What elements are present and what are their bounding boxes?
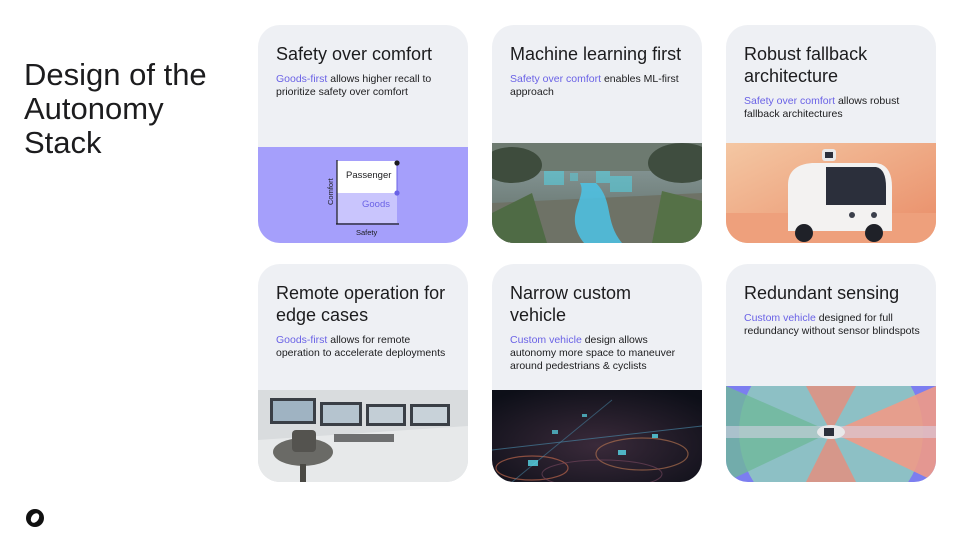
card-robust-fallback-architecture: Robust fallback architecture Safety over… bbox=[726, 25, 936, 243]
y-axis-label: Comfort bbox=[326, 177, 335, 205]
card-safety-over-comfort: Safety over comfort Goods-first allows h… bbox=[258, 25, 468, 243]
remote-operation-station-image bbox=[258, 390, 468, 482]
ml-street-image bbox=[492, 143, 702, 243]
card-redundant-sensing: Redundant sensing Custom vehicle designe… bbox=[726, 264, 936, 482]
card-title: Narrow custom vehicle bbox=[510, 283, 632, 325]
goods-point bbox=[394, 190, 400, 196]
card-narrow-custom-vehicle: Narrow custom vehicle Custom vehicle des… bbox=[492, 264, 702, 482]
card-description: Custom vehicle design allows autonomy mo… bbox=[510, 334, 690, 373]
lidar-scene-image bbox=[492, 390, 702, 482]
ring-logo-icon bbox=[26, 509, 44, 527]
goods-label: Goods bbox=[362, 199, 390, 210]
delivery-vehicle-image bbox=[726, 143, 936, 243]
card-title: Remote operation for edge cases bbox=[276, 283, 446, 325]
card-highlight: Goods-first bbox=[276, 334, 328, 346]
card-title: Robust fallback architecture bbox=[744, 44, 868, 86]
sensor-coverage-image bbox=[726, 386, 936, 482]
passenger-label: Passenger bbox=[346, 170, 391, 181]
card-highlight: Custom vehicle bbox=[744, 312, 816, 324]
card-description: Safety over comfort allows robust fallba… bbox=[744, 95, 924, 121]
card-description: Safety over comfort enables ML-first app… bbox=[510, 73, 690, 99]
card-title: Safety over comfort bbox=[276, 44, 433, 64]
card-highlight: Safety over comfort bbox=[744, 95, 836, 107]
card-title: Redundant sensing bbox=[744, 283, 900, 303]
card-description: Goods-first allows for remote operation … bbox=[276, 334, 456, 360]
slide-title: Design of the Autonomy Stack bbox=[24, 57, 207, 160]
safety-comfort-diagram: Passenger Goods Safety Comfort bbox=[258, 147, 468, 243]
card-remote-operation: Remote operation for edge cases Goods-fi… bbox=[258, 264, 468, 482]
card-description: Custom vehicle designed for full redunda… bbox=[744, 312, 924, 338]
card-title: Machine learning first bbox=[510, 44, 682, 64]
card-description: Goods-first allows higher recall to prio… bbox=[276, 73, 456, 99]
card-highlight: Safety over comfort bbox=[510, 73, 602, 85]
x-axis-label: Safety bbox=[356, 228, 378, 237]
card-highlight: Custom vehicle bbox=[510, 334, 582, 346]
card-machine-learning-first: Machine learning first Safety over comfo… bbox=[492, 25, 702, 243]
passenger-point bbox=[394, 160, 400, 166]
card-highlight: Goods-first bbox=[276, 73, 328, 85]
